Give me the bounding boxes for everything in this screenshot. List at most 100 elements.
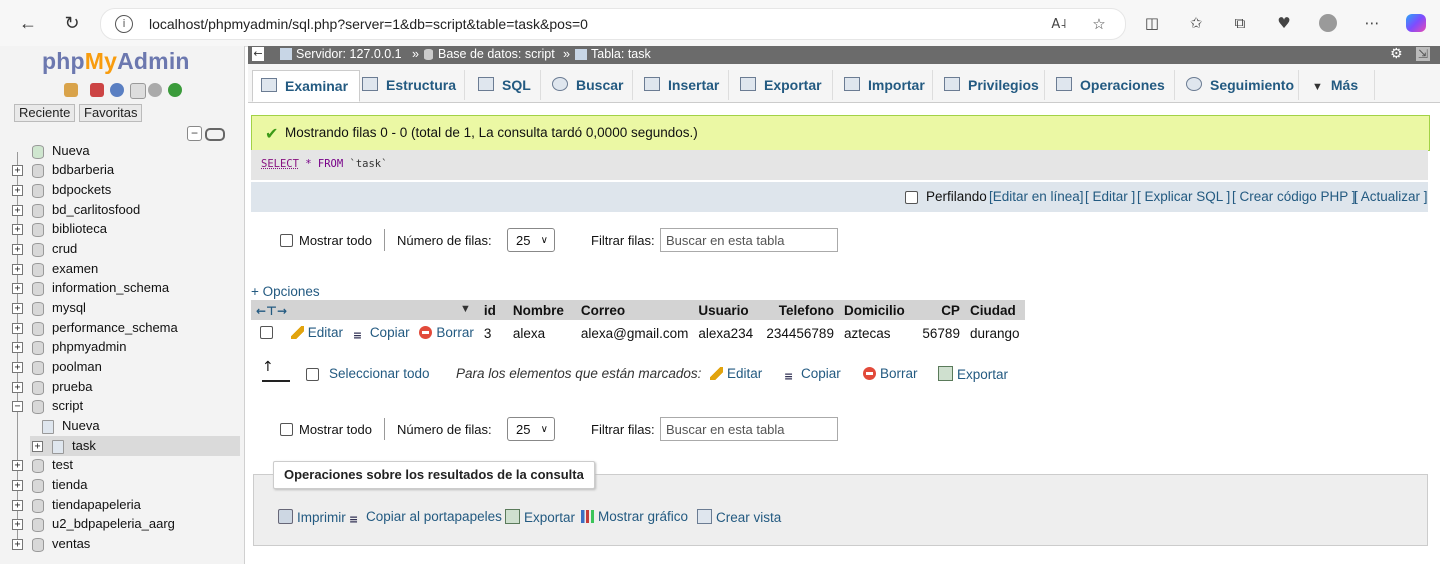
cell-id[interactable]: 3: [479, 320, 508, 346]
tab-seguimiento[interactable]: Seguimiento: [1178, 70, 1299, 100]
collections-icon[interactable]: ⧉: [1230, 13, 1250, 33]
site-info-icon[interactable]: i: [115, 15, 133, 33]
expand-icon[interactable]: +: [12, 362, 23, 373]
create-php-code-link[interactable]: [ Crear código PHP ]: [1232, 189, 1356, 204]
select-all-checkbox[interactable]: [306, 367, 319, 382]
profile-avatar-icon[interactable]: [1318, 13, 1338, 33]
expand-icon[interactable]: +: [12, 500, 23, 511]
bulk-copy-button[interactable]: ≡ Copiar: [784, 366, 841, 383]
expand-icon[interactable]: +: [12, 519, 23, 530]
tab-buscar[interactable]: Buscar: [544, 70, 633, 100]
url-text[interactable]: localhost/phpmyadmin/sql.php?server=1&db…: [149, 16, 588, 32]
expand-icon[interactable]: +: [12, 480, 23, 491]
expand-icon[interactable]: +: [12, 539, 23, 550]
print-button[interactable]: Imprimir: [278, 509, 346, 525]
tab-importar[interactable]: Importar: [836, 70, 933, 100]
expand-icon[interactable]: +: [12, 303, 23, 314]
cell-usuario[interactable]: alexa234: [693, 320, 761, 346]
cell-nombre[interactable]: alexa: [508, 320, 576, 346]
expand-icon[interactable]: +: [12, 224, 23, 235]
row-edit-button[interactable]: Editar: [290, 325, 343, 340]
favorite-star-icon[interactable]: ☆: [1089, 14, 1109, 34]
favorites-tab[interactable]: Favoritas: [79, 104, 143, 122]
expand-icon[interactable]: +: [12, 342, 23, 353]
maximize-icon[interactable]: ⇲: [1416, 47, 1430, 61]
logout-icon[interactable]: [90, 83, 104, 97]
bulk-delete-button[interactable]: Borrar: [863, 366, 918, 381]
row-delete-button[interactable]: Borrar: [419, 325, 474, 340]
select-all-link[interactable]: Seleccionar todo: [329, 366, 430, 381]
column-header-id[interactable]: id: [478, 300, 508, 320]
column-header-nombre[interactable]: Nombre: [507, 300, 576, 320]
reload-icon[interactable]: ↻: [60, 11, 84, 35]
reload-nav-icon[interactable]: [168, 83, 182, 97]
tab-examinar[interactable]: Examinar: [252, 70, 360, 102]
column-header-telefono[interactable]: Telefono: [761, 300, 839, 320]
profiling-checkbox[interactable]: [905, 190, 918, 205]
tab-operaciones[interactable]: Operaciones: [1048, 70, 1175, 100]
sql-query[interactable]: SELECT * FROM `task`: [261, 158, 387, 170]
expand-icon[interactable]: +: [32, 441, 43, 452]
favorites-icon[interactable]: ✩: [1186, 13, 1206, 33]
settings-gear-icon[interactable]: ⚙: [1390, 46, 1403, 62]
show-chart-button[interactable]: Mostrar gráfico: [581, 509, 688, 524]
cell-ciudad[interactable]: durango: [965, 320, 1025, 346]
cell-domicilio[interactable]: aztecas: [839, 320, 913, 346]
tab-estructura[interactable]: Estructura: [356, 70, 465, 100]
collapse-all-icon[interactable]: −: [187, 126, 202, 141]
create-view-button[interactable]: Crear vista: [697, 509, 781, 525]
tab-sql[interactable]: SQL: [470, 70, 541, 100]
expand-icon[interactable]: +: [12, 165, 23, 176]
column-header-usuario[interactable]: Usuario: [693, 300, 762, 320]
expand-icon[interactable]: +: [12, 323, 23, 334]
cell-telefono[interactable]: 234456789: [761, 320, 839, 346]
sort-dropdown-icon[interactable]: ▼: [460, 303, 471, 315]
copy-clipboard-button[interactable]: ≡ Copiar al portapapeles: [349, 509, 502, 526]
collapse-icon[interactable]: −: [12, 401, 23, 412]
cell-cp[interactable]: 56789: [913, 320, 965, 346]
recent-tab[interactable]: Reciente: [14, 104, 76, 122]
tab-insertar[interactable]: Insertar: [636, 70, 729, 100]
tab-privilegios[interactable]: Privilegios: [936, 70, 1045, 100]
back-icon[interactable]: ←: [16, 11, 40, 35]
cell-correo[interactable]: alexa@gmail.com: [576, 320, 694, 346]
row-checkbox[interactable]: [260, 325, 273, 339]
show-all-checkbox[interactable]: [280, 422, 293, 437]
rows-select[interactable]: 25 ∨: [507, 417, 555, 441]
address-bar[interactable]: i localhost/phpmyadmin/sql.php?server=1&…: [100, 8, 1126, 40]
filter-input[interactable]: Buscar en esta tabla: [660, 417, 838, 441]
tab-exportar[interactable]: Exportar: [732, 70, 833, 100]
explain-sql-link[interactable]: [ Explicar SQL ]: [1137, 189, 1230, 204]
breadcrumb-server[interactable]: Servidor: 127.0.0.1: [296, 47, 402, 61]
expand-icon[interactable]: +: [12, 205, 23, 216]
settings-gear-icon[interactable]: [148, 83, 162, 97]
options-link[interactable]: + Opciones: [251, 284, 320, 299]
link-icon[interactable]: [205, 128, 225, 141]
expand-icon[interactable]: +: [12, 460, 23, 471]
more-menu-icon[interactable]: ⋯: [1362, 13, 1382, 33]
column-header-domicilio[interactable]: Domicilio: [838, 300, 913, 320]
edit-link[interactable]: [ Editar ]: [1085, 189, 1135, 204]
column-arrows-icon[interactable]: ←⊤→: [256, 304, 287, 318]
bulk-edit-button[interactable]: Editar: [710, 366, 762, 381]
tab-mas[interactable]: ▼ Más: [1304, 70, 1375, 100]
column-header-correo[interactable]: Correo: [575, 300, 694, 320]
extensions-icon[interactable]: ♥: [1274, 13, 1294, 33]
collapse-nav-icon[interactable]: ←: [252, 47, 264, 61]
export-button[interactable]: Exportar: [505, 509, 575, 525]
breadcrumb-table[interactable]: Tabla: task: [591, 47, 651, 61]
column-header-cp[interactable]: CP: [912, 300, 965, 320]
rows-select[interactable]: 25 ∨: [507, 228, 555, 252]
filter-input[interactable]: Buscar en esta tabla: [660, 228, 838, 252]
read-aloud-icon[interactable]: A˨: [1049, 14, 1069, 34]
column-header-ciudad[interactable]: Ciudad: [964, 300, 1025, 320]
edit-inline-link[interactable]: [Editar en línea]: [989, 189, 1084, 204]
expand-icon[interactable]: +: [12, 382, 23, 393]
copilot-icon[interactable]: [1406, 13, 1426, 33]
show-all-checkbox[interactable]: [280, 233, 293, 248]
phpmyadmin-logo[interactable]: phpMyAdmin: [42, 48, 190, 75]
docs-icon[interactable]: [130, 83, 146, 99]
expand-icon[interactable]: +: [12, 283, 23, 294]
breadcrumb-database[interactable]: Base de datos: script: [438, 47, 555, 61]
expand-icon[interactable]: +: [12, 264, 23, 275]
